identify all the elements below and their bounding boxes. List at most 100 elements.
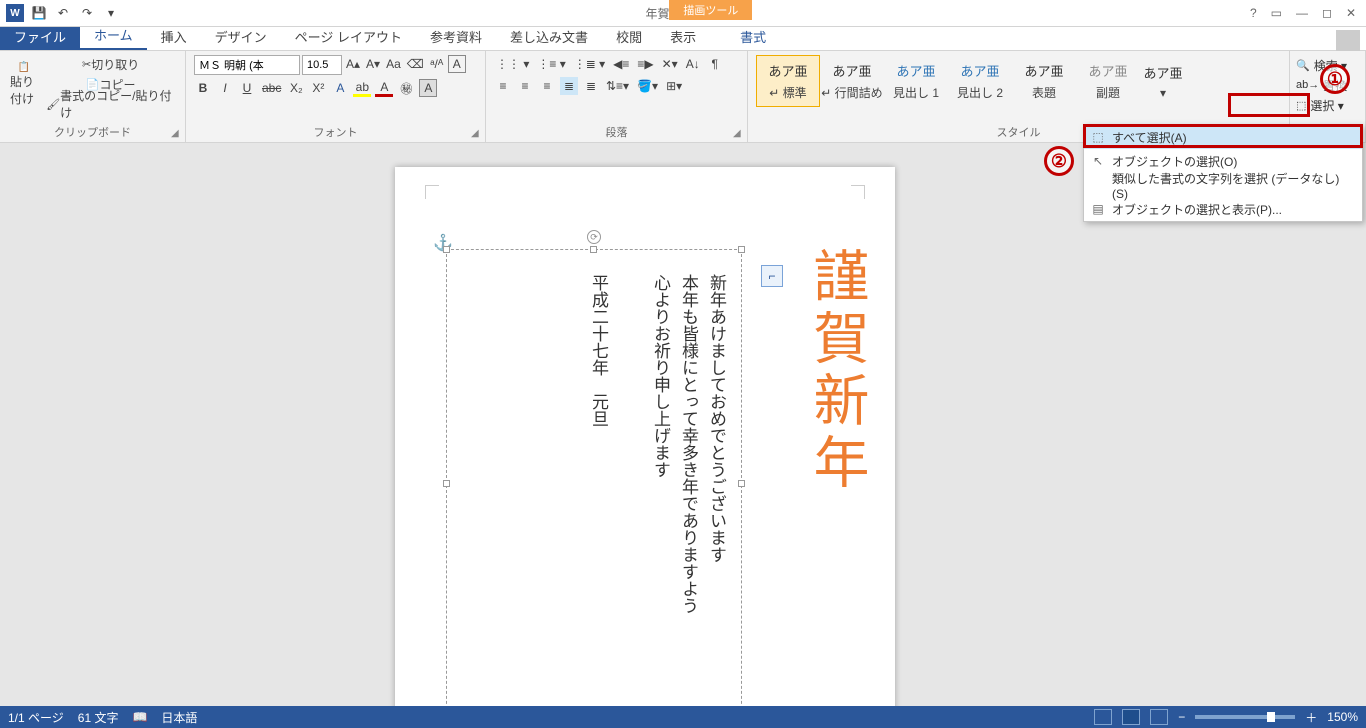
format-painter-button[interactable]: 🖌 書式のコピー/貼り付け bbox=[44, 95, 177, 113]
read-mode-icon[interactable] bbox=[1094, 709, 1112, 725]
tab-references[interactable]: 参考資料 bbox=[416, 23, 496, 50]
shrink-font-icon[interactable]: A▾ bbox=[364, 55, 382, 73]
menu-select-similar[interactable]: 類似した書式の文字列を選択 (データなし)(S) bbox=[1084, 173, 1362, 197]
style-no-spacing[interactable]: あア亜↵ 行間詰め bbox=[820, 55, 884, 107]
bold-button[interactable]: B bbox=[194, 79, 212, 97]
numbering-icon[interactable]: ⋮≡ ▾ bbox=[535, 55, 567, 73]
resize-handle[interactable] bbox=[443, 246, 450, 253]
strike-button[interactable]: abc bbox=[260, 79, 283, 97]
tab-page-layout[interactable]: ページ レイアウト bbox=[281, 23, 416, 50]
cut-button[interactable]: ✂ 切り取り bbox=[44, 55, 177, 73]
char-shading-icon[interactable]: A bbox=[419, 79, 437, 97]
bullets-icon[interactable]: ⋮⋮ ▾ bbox=[494, 55, 531, 73]
zoom-in-button[interactable]: ＋ bbox=[1305, 709, 1317, 726]
superscript-button[interactable]: X² bbox=[309, 79, 327, 97]
print-layout-icon[interactable] bbox=[1122, 709, 1140, 725]
zoom-out-button[interactable]: − bbox=[1178, 710, 1185, 724]
borders-icon[interactable]: ⊞▾ bbox=[664, 77, 684, 95]
tab-insert[interactable]: 挿入 bbox=[147, 23, 201, 50]
inc-indent-icon[interactable]: ≡▶ bbox=[635, 55, 655, 73]
resize-handle[interactable] bbox=[443, 480, 450, 487]
align-justify-icon[interactable]: ≣ bbox=[560, 77, 578, 95]
paragraph-dialog-launcher[interactable]: ◢ bbox=[733, 128, 745, 140]
language-indicator[interactable]: 日本語 bbox=[161, 709, 197, 726]
window-controls: ? ▭ — ◻ ✕ bbox=[1250, 6, 1366, 20]
change-case-icon[interactable]: Aa bbox=[384, 55, 403, 73]
style-normal[interactable]: あア亜↵ 標準 bbox=[756, 55, 820, 107]
menu-selection-pane[interactable]: ▤オブジェクトの選択と表示(P)... bbox=[1084, 197, 1362, 221]
pane-icon: ▤ bbox=[1090, 202, 1106, 216]
enclose-char-icon[interactable]: ㊙ bbox=[397, 79, 415, 97]
tab-design[interactable]: デザイン bbox=[201, 23, 281, 50]
ribbon-minimize-icon[interactable]: ▭ bbox=[1271, 6, 1282, 20]
style-gallery[interactable]: あア亜↵ 標準 あア亜↵ 行間詰め あア亜見出し 1 あア亜見出し 2 あア亜表… bbox=[756, 55, 1281, 107]
char-border-icon[interactable]: A bbox=[448, 55, 466, 73]
font-color-icon[interactable]: A bbox=[375, 79, 393, 97]
group-font: A▴ A▾ Aa ⌫ ᵃ/ᴬ A B I U abc X₂ X² A ab A … bbox=[186, 51, 486, 142]
asian-layout-icon[interactable]: ✕▾ bbox=[660, 55, 680, 73]
group-clipboard: 📋貼り付け ✂ 切り取り 📄 コピー 🖌 書式のコピー/貼り付け クリップボード… bbox=[0, 51, 186, 142]
tab-view[interactable]: 表示 bbox=[656, 23, 710, 50]
minimize-icon[interactable]: — bbox=[1296, 6, 1308, 20]
word-count[interactable]: 61 文字 bbox=[78, 709, 119, 726]
font-dialog-launcher[interactable]: ◢ bbox=[471, 128, 483, 140]
italic-button[interactable]: I bbox=[216, 79, 234, 97]
clear-format-icon[interactable]: ⌫ bbox=[405, 55, 426, 73]
align-center-icon[interactable]: ≡ bbox=[516, 77, 534, 95]
align-left-icon[interactable]: ≡ bbox=[494, 77, 512, 95]
qa-customize-icon[interactable]: ▾ bbox=[102, 4, 120, 22]
style-heading1[interactable]: あア亜見出し 1 bbox=[884, 55, 948, 107]
page-indicator[interactable]: 1/1 ページ bbox=[8, 709, 64, 726]
callout-2: ② bbox=[1044, 146, 1074, 176]
undo-icon[interactable]: ↶ bbox=[54, 4, 72, 22]
resize-handle[interactable] bbox=[738, 480, 745, 487]
paste-button[interactable]: 📋貼り付け bbox=[8, 61, 40, 107]
subscript-button[interactable]: X₂ bbox=[287, 79, 305, 97]
style-heading2[interactable]: あア亜見出し 2 bbox=[948, 55, 1012, 107]
resize-handle[interactable] bbox=[590, 246, 597, 253]
align-right-icon[interactable]: ≡ bbox=[538, 77, 556, 95]
sort-icon[interactable]: A↓ bbox=[684, 55, 702, 73]
highlight-color-icon[interactable]: ab bbox=[353, 79, 371, 97]
style-subtitle[interactable]: あア亜副題 bbox=[1076, 55, 1140, 107]
distribute-icon[interactable]: ≣ bbox=[582, 77, 600, 95]
style-more[interactable]: あア亜▾ bbox=[1140, 55, 1186, 107]
tab-review[interactable]: 校閲 bbox=[602, 23, 656, 50]
ruby-icon[interactable]: ᵃ/ᴬ bbox=[428, 55, 446, 73]
font-size-input[interactable] bbox=[302, 55, 342, 75]
contextual-tab-label: 描画ツール bbox=[669, 0, 752, 20]
message-line-1: 新年あけましておめでとうございます bbox=[704, 274, 729, 563]
show-marks-icon[interactable]: ¶ bbox=[706, 55, 724, 73]
zoom-level[interactable]: 150% bbox=[1327, 710, 1358, 724]
grow-font-icon[interactable]: A▴ bbox=[344, 55, 362, 73]
selected-textbox[interactable]: ⟳ 新年あけましておめでとうございます 本年も皆様にとって幸多き年でありますよう… bbox=[446, 249, 742, 706]
shading-icon[interactable]: 🪣▾ bbox=[635, 77, 660, 95]
message-line-3: 心よりお祈り申し上げます bbox=[648, 274, 673, 478]
dec-indent-icon[interactable]: ◀≡ bbox=[611, 55, 631, 73]
page: ⚓ ⌐ 謹賀新年 ⟳ 新年あけましておめでとうございます 本年も皆様にとって幸多… bbox=[395, 167, 895, 706]
proofing-icon[interactable]: 📖 bbox=[132, 710, 147, 724]
line-spacing-icon[interactable]: ⇅≡▾ bbox=[604, 77, 631, 95]
multilevel-icon[interactable]: ⋮≣ ▾ bbox=[572, 55, 607, 73]
save-icon[interactable]: 💾 bbox=[30, 4, 48, 22]
tab-mailings[interactable]: 差し込み文書 bbox=[496, 23, 602, 50]
tab-format[interactable]: 書式 bbox=[726, 23, 780, 50]
maximize-icon[interactable]: ◻ bbox=[1322, 6, 1332, 20]
close-icon[interactable]: ✕ bbox=[1346, 6, 1356, 20]
layout-options-icon[interactable]: ⌐ bbox=[761, 265, 783, 287]
rotate-handle[interactable]: ⟳ bbox=[587, 230, 601, 244]
zoom-thumb[interactable] bbox=[1267, 712, 1275, 722]
text-effects-icon[interactable]: A bbox=[331, 79, 349, 97]
document-canvas[interactable]: ⚓ ⌐ 謹賀新年 ⟳ 新年あけましておめでとうございます 本年も皆様にとって幸多… bbox=[0, 145, 1366, 706]
resize-handle[interactable] bbox=[738, 246, 745, 253]
clipboard-dialog-launcher[interactable]: ◢ bbox=[171, 128, 183, 140]
underline-button[interactable]: U bbox=[238, 79, 256, 97]
font-name-input[interactable] bbox=[194, 55, 300, 75]
group-label: フォント bbox=[194, 122, 477, 140]
zoom-slider[interactable] bbox=[1195, 715, 1295, 719]
web-layout-icon[interactable] bbox=[1150, 709, 1168, 725]
help-icon[interactable]: ? bbox=[1250, 6, 1257, 20]
style-title[interactable]: あア亜表題 bbox=[1012, 55, 1076, 107]
redo-icon[interactable]: ↷ bbox=[78, 4, 96, 22]
tab-file[interactable]: ファイル bbox=[0, 23, 80, 50]
